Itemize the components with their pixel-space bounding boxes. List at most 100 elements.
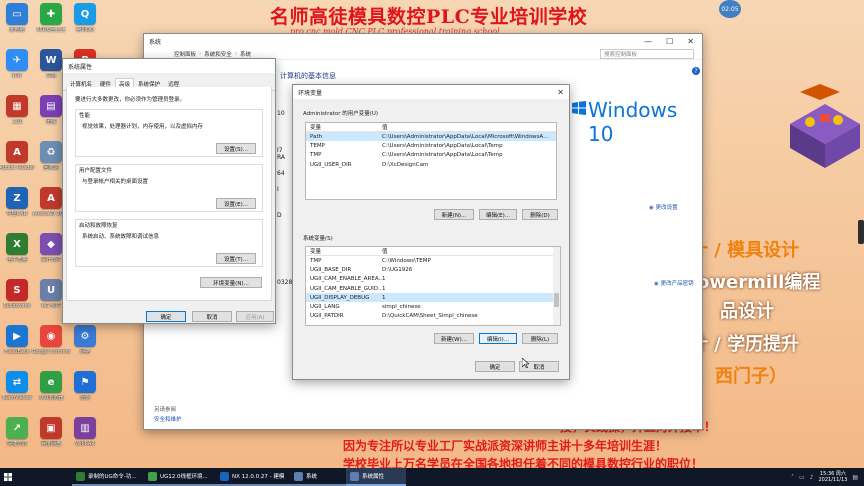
app-icon: ▶: [6, 325, 28, 347]
close-icon[interactable]: ✕: [557, 88, 569, 97]
env-ok-button[interactable]: 确定: [475, 361, 515, 372]
app-icon: W: [40, 49, 62, 71]
table-row[interactable]: UGII_BASE_DIR D:\UG1926: [306, 265, 560, 274]
app-icon: ▥: [74, 417, 96, 439]
taskbar-item[interactable]: 系统: [290, 468, 346, 486]
variable-name: UGII_LANG: [310, 304, 340, 311]
tray-chevron-icon[interactable]: ˄: [791, 474, 794, 481]
volume-icon[interactable]: ♪: [810, 474, 814, 481]
variable-name: UGII_DISPLAY_DEBUG: [310, 294, 370, 301]
variable-value: C:\Users\Administrator\AppData\Local\Tem…: [382, 142, 503, 149]
ok-button[interactable]: 确定: [146, 311, 186, 322]
help-icon[interactable]: ?: [692, 67, 700, 75]
desktop-icon[interactable]: e 360浏览器: [34, 371, 68, 417]
table-row[interactable]: UGII_PATDIR D:\QuickCAM\Sheet_Simpl_chine…: [306, 312, 560, 321]
taskbar-item[interactable]: 录制的UG命令-功...: [72, 468, 144, 486]
desktop-icon[interactable]: A Adobe Reader: [0, 141, 35, 187]
start-button[interactable]: [0, 468, 16, 486]
app-icon: U: [40, 279, 62, 301]
system-vars-list[interactable]: 变量 值 TMP C:\Windows\TEMP UGII_BASE_DIR D:\U…: [305, 246, 561, 326]
desktop-icon[interactable]: ▣ 百度网盘: [34, 417, 68, 463]
taskbar-app-icon: [76, 471, 85, 481]
desktop-icon[interactable]: S Solidworks: [0, 279, 34, 325]
desktop-icon[interactable]: ✈ 钉钉: [0, 49, 34, 95]
minimize-icon[interactable]: —: [644, 37, 652, 46]
environment-variables-button[interactable]: 环境变量(N)...: [200, 277, 262, 288]
user-vars-list[interactable]: 变量 值 Path C:\Users\Administrator\AppData\…: [305, 122, 557, 200]
app-icon: A: [40, 187, 62, 209]
table-row[interactable]: TEMP C:\Users\Administrator\AppData\Local…: [306, 141, 556, 150]
table-row[interactable]: UGII_USER_DIR D:\XcDesignCam: [306, 160, 556, 169]
startup-settings-button[interactable]: 设置(T)...: [216, 253, 256, 264]
profiles-settings-button[interactable]: 设置(E)...: [216, 198, 256, 209]
desktop-icon[interactable]: Z 中望CAD: [0, 187, 34, 233]
info-value: 64: [277, 170, 285, 177]
table-row[interactable]: Path C:\Users\Administrator\AppData\Local…: [306, 132, 556, 142]
breadcrumb-item[interactable]: 系统: [240, 50, 251, 58]
system-edit-button[interactable]: 编辑(I)...: [479, 333, 517, 344]
cancel-button[interactable]: 取消: [192, 311, 232, 322]
system-delete-button[interactable]: 删除(L): [522, 333, 558, 344]
column-header-variable[interactable]: 变量: [306, 123, 382, 131]
app-icon: e: [40, 371, 62, 393]
close-icon[interactable]: ✕: [687, 37, 694, 46]
ad-line-3: 品设计: [720, 301, 774, 322]
ad-line-2: owermill编程: [697, 272, 821, 293]
notification-icon[interactable]: ▤: [852, 474, 858, 481]
desktop-icon[interactable]: Q 腾讯QQ: [68, 3, 102, 49]
tray-clock[interactable]: 15:36 周六 2021/11/13: [819, 471, 848, 483]
desktop-icon-label: 腾讯QQ: [76, 27, 94, 33]
desktop-icon[interactable]: X 电子表格: [0, 233, 34, 279]
table-row[interactable]: TMP C:\Windows\TEMP: [306, 256, 560, 265]
desktop-icon[interactable]: ⇄ TeamViewer: [0, 371, 34, 417]
taskbar-item[interactable]: 系统属性: [346, 468, 406, 486]
apply-button[interactable]: 应用(A): [236, 311, 274, 322]
user-delete-button[interactable]: 删除(D): [522, 209, 558, 220]
variable-value: D:\QuickCAM\Sheet_Simpl_chinese: [382, 313, 478, 320]
desktop-icon[interactable]: ⚙ 网络: [68, 325, 102, 371]
desktop-icon[interactable]: ▭ 此电脑: [0, 3, 34, 49]
breadcrumb-item[interactable]: 控制面板: [174, 50, 196, 58]
group-desc: 系统启动、系统故障和调试信息: [82, 234, 160, 240]
app-icon: ⇄: [6, 371, 28, 393]
desktop-icon[interactable]: ▦ 工具: [0, 95, 34, 141]
user-edit-button[interactable]: 编辑(E)...: [479, 209, 517, 220]
info-value: RA: [277, 154, 286, 161]
search-input[interactable]: 搜索控制面板: [600, 48, 694, 59]
table-row[interactable]: UGII_CAM_ENABLE_GUID... 1: [306, 284, 560, 293]
desktop-icon[interactable]: ⚑ 迅雷: [68, 371, 102, 417]
network-icon[interactable]: ▭: [799, 474, 805, 481]
desktop-icon[interactable]: ✚ 360安全卫士: [34, 3, 68, 49]
scrollbar-thumb[interactable]: [554, 293, 559, 307]
change-settings-link[interactable]: ◉ 更改设置: [649, 203, 678, 211]
performance-settings-button[interactable]: 设置(S)...: [216, 143, 256, 154]
taskbar-item[interactable]: UG12.0线框环境...: [144, 468, 216, 486]
desktop-icon[interactable]: ◉ Google Chrome: [32, 325, 70, 371]
app-icon: Z: [6, 187, 28, 209]
maximize-icon[interactable]: ☐: [666, 37, 673, 46]
info-value: D: [277, 212, 282, 219]
desktop-icon[interactable]: ▶ FlashBack: [0, 325, 34, 371]
security-link[interactable]: 安全和维护: [154, 415, 182, 423]
app-icon: Q: [74, 3, 96, 25]
table-row[interactable]: TMP C:\Users\Administrator\AppData\Local\…: [306, 151, 556, 160]
column-header-value[interactable]: 值: [382, 123, 556, 131]
user-new-button[interactable]: 新建(N)...: [434, 209, 474, 220]
variable-value: simpl_chinese: [382, 304, 421, 311]
desktop-icon[interactable]: ▥ WinRAR: [68, 417, 102, 463]
table-row[interactable]: UGII_LANG simpl_chinese: [306, 302, 560, 311]
taskbar-app-icon: [350, 471, 359, 481]
desktop-icon[interactable]: ↗ 快捷方式: [0, 417, 34, 463]
taskbar-item[interactable]: NX 12.0.0.27 - 建模: [216, 468, 290, 486]
system-vars-scrollbar[interactable]: [553, 247, 560, 325]
breadcrumb-item[interactable]: 系统和安全: [204, 50, 232, 58]
column-header-variable[interactable]: 变量: [306, 247, 382, 255]
group-desc: 与登录帐户相关的桌面设置: [82, 179, 149, 185]
column-header-value[interactable]: 值: [382, 247, 560, 255]
taskbar-items: 录制的UG命令-功... UG12.0线框环境... NX 12.0.0.27 - …: [72, 468, 406, 486]
table-row[interactable]: UGII_DISPLAY_DEBUG 1: [306, 293, 560, 303]
ad-line-1: 计 / 模具设计: [690, 240, 800, 261]
system-new-button[interactable]: 新建(W)...: [434, 333, 474, 344]
change-key-link[interactable]: ◉ 更改产品密钥: [654, 279, 694, 287]
table-row[interactable]: UGII_CAM_ENABLE_AREA... 1: [306, 275, 560, 284]
